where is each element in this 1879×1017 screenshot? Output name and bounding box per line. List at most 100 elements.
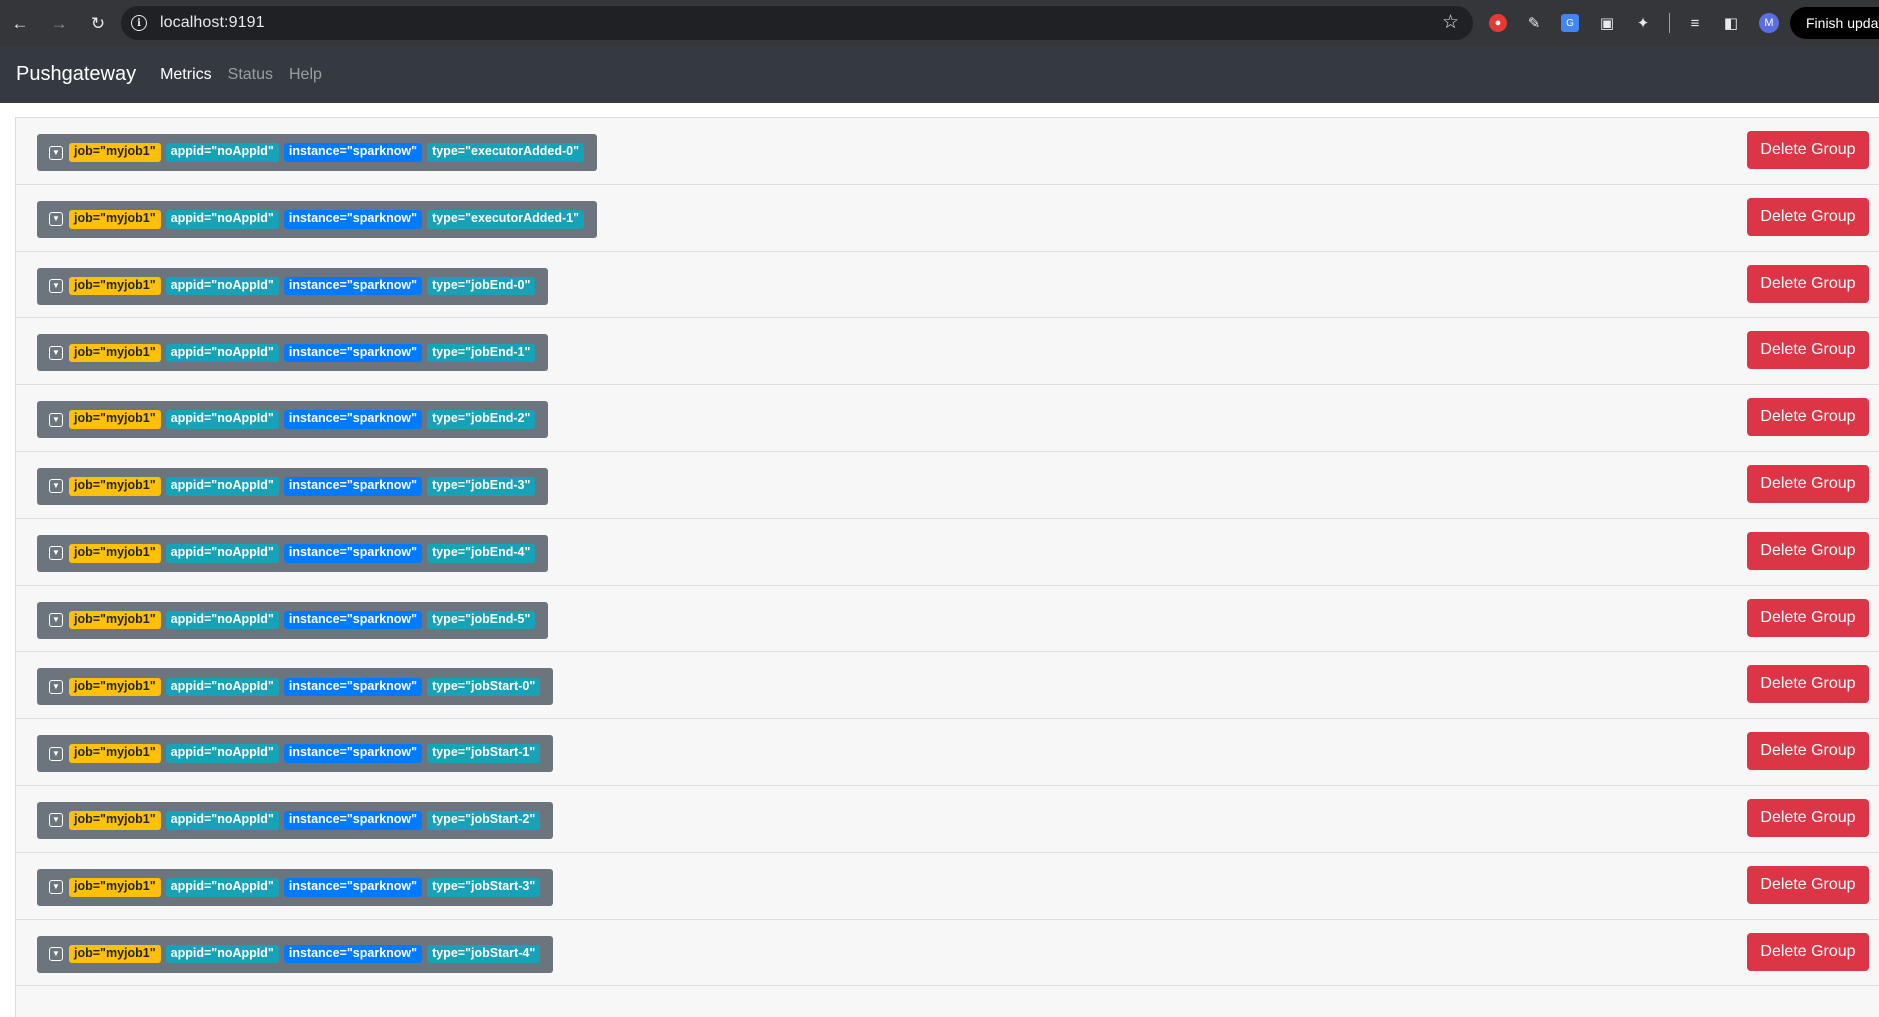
label-job: job="myjob1" — [69, 677, 161, 697]
label-instance: instance="sparknow" — [283, 143, 423, 162]
group-labels-toggle[interactable]: ▼ job="myjob1" appid="noAppId" instance="sp… — [37, 935, 554, 973]
extensions-puzzle-icon[interactable]: ✦ — [1633, 13, 1653, 33]
group-labels-toggle[interactable]: ▼ job="myjob1" appid="noAppId" instance="sp… — [37, 868, 554, 906]
group-labels-toggle[interactable]: ▼ job="myjob1" appid="noAppId" instance="sp… — [37, 668, 554, 706]
label-job: job="myjob1" — [69, 477, 161, 496]
nav-help[interactable]: Help — [289, 66, 322, 84]
nav-metrics[interactable]: Metrics — [160, 66, 212, 84]
chevron-down-icon: ▼ — [49, 880, 63, 895]
label-appid: appid="noAppId" — [165, 276, 279, 296]
url-text: localhost:9191 — [160, 14, 265, 31]
group-row: ▼ job="myjob1" appid="noAppId" instance="sp… — [16, 853, 1879, 920]
eyedropper-icon[interactable]: ✎ — [1524, 13, 1544, 33]
site-info-icon[interactable]: i — [131, 15, 147, 31]
label-type: type="jobStart-3" — [427, 877, 541, 897]
delete-group-button[interactable]: Delete Group — [1747, 865, 1869, 904]
label-type: type="jobStart-2" — [427, 811, 541, 830]
delete-group-button[interactable]: Delete Group — [1747, 398, 1869, 437]
reading-list-icon[interactable]: ≡ — [1685, 13, 1705, 33]
delete-group-button[interactable]: Delete Group — [1747, 464, 1869, 503]
label-type: type="executorAdded-0" — [427, 143, 585, 162]
browser-toolbar: ← → ↻ i localhost:9191 ☆ ● ✎ G ▣ ✦ ≡ ◧ M… — [0, 0, 1879, 46]
forward-arrow-icon[interactable]: → — [48, 12, 70, 34]
label-appid: appid="noAppId" — [165, 744, 279, 764]
group-labels-toggle[interactable]: ▼ job="myjob1" appid="noAppId" instance="sp… — [37, 801, 554, 839]
label-job: job="myjob1" — [69, 209, 161, 229]
label-type: type="jobEnd-1" — [427, 343, 536, 363]
group-labels-toggle[interactable]: ▼ job="myjob1" appid="noAppId" instance="sp… — [37, 601, 549, 639]
label-job: job="myjob1" — [69, 410, 161, 430]
label-job: job="myjob1" — [69, 143, 161, 162]
brand-logo[interactable]: Pushgateway — [16, 63, 136, 86]
label-appid: appid="noAppId" — [165, 410, 279, 430]
back-arrow-icon[interactable]: ← — [9, 12, 31, 34]
group-labels-toggle[interactable]: ▼ job="myjob1" appid="noAppId" instance="sp… — [37, 134, 598, 171]
label-type: type="jobEnd-4" — [427, 543, 536, 563]
delete-group-button[interactable]: Delete Group — [1747, 732, 1869, 771]
label-type: type="jobEnd-3" — [427, 477, 536, 496]
label-instance: instance="sparknow" — [283, 209, 423, 229]
group-labels-toggle[interactable]: ▼ job="myjob1" appid="noAppId" instance="sp… — [37, 735, 554, 773]
delete-group-button[interactable]: Delete Group — [1747, 131, 1869, 169]
label-job: job="myjob1" — [69, 811, 161, 830]
group-row: ▼ job="myjob1" appid="noAppId" instance="sp… — [16, 652, 1879, 720]
label-job: job="myjob1" — [69, 276, 161, 296]
label-appid: appid="noAppId" — [165, 209, 279, 229]
label-appid: appid="noAppId" — [165, 477, 279, 496]
chevron-down-icon: ▼ — [49, 813, 63, 828]
label-job: job="myjob1" — [69, 543, 161, 563]
group-labels-toggle[interactable]: ▼ job="myjob1" appid="noAppId" instance="sp… — [37, 267, 549, 305]
nav-status[interactable]: Status — [228, 66, 273, 84]
group-row: ▼ job="myjob1" appid="noAppId" instance="sp… — [16, 719, 1879, 786]
delete-group-button[interactable]: Delete Group — [1747, 197, 1869, 236]
label-instance: instance="sparknow" — [283, 744, 423, 764]
label-appid: appid="noAppId" — [165, 877, 279, 897]
label-instance: instance="sparknow" — [283, 610, 423, 630]
chevron-down-icon: ▼ — [49, 546, 63, 561]
label-type: type="jobEnd-2" — [427, 410, 536, 430]
address-bar[interactable]: i localhost:9191 ☆ — [121, 6, 1473, 40]
label-instance: instance="sparknow" — [283, 276, 423, 296]
delete-group-button[interactable]: Delete Group — [1747, 264, 1869, 303]
label-instance: instance="sparknow" — [283, 477, 423, 496]
extension-red-icon[interactable]: ● — [1489, 14, 1507, 32]
label-appid: appid="noAppId" — [165, 610, 279, 630]
group-row: ▼ job="myjob1" appid="noAppId" instance="sp… — [16, 452, 1879, 519]
delete-group-button[interactable]: Delete Group — [1747, 331, 1869, 370]
label-instance: instance="sparknow" — [283, 677, 423, 697]
toolbar-divider — [1669, 13, 1670, 33]
label-instance: instance="sparknow" — [283, 811, 423, 830]
finish-update-button[interactable]: Finish update — [1790, 7, 1879, 39]
translate-extension-icon[interactable]: G — [1561, 14, 1579, 32]
delete-group-button[interactable]: Delete Group — [1747, 932, 1869, 971]
label-type: type="executorAdded-1" — [427, 209, 585, 229]
label-type: type="jobStart-0" — [427, 677, 541, 697]
reload-icon[interactable]: ↻ — [87, 12, 109, 34]
group-row: ▼ job="myjob1" appid="noAppId" instance="sp… — [16, 786, 1879, 853]
label-instance: instance="sparknow" — [283, 877, 423, 897]
picture-in-picture-icon[interactable]: ▣ — [1597, 13, 1617, 33]
chevron-down-icon: ▼ — [49, 746, 63, 761]
label-appid: appid="noAppId" — [165, 143, 279, 162]
group-row: ▼ job="myjob1" appid="noAppId" instance="sp… — [16, 385, 1879, 452]
delete-group-button[interactable]: Delete Group — [1747, 531, 1869, 570]
group-row: ▼ job="myjob1" appid="noAppId" instance="sp… — [16, 252, 1879, 319]
delete-group-button[interactable]: Delete Group — [1747, 598, 1869, 637]
group-labels-toggle[interactable]: ▼ job="myjob1" appid="noAppId" instance="sp… — [37, 534, 549, 572]
label-job: job="myjob1" — [69, 610, 161, 630]
group-row: ▼ job="myjob1" appid="noAppId" instance="sp… — [16, 318, 1879, 386]
label-type: type="jobEnd-0" — [427, 276, 536, 296]
profile-avatar[interactable]: M — [1759, 13, 1779, 33]
group-labels-toggle[interactable]: ▼ job="myjob1" appid="noAppId" instance="sp… — [37, 334, 549, 372]
label-job: job="myjob1" — [69, 944, 161, 964]
chevron-down-icon: ▼ — [49, 345, 63, 360]
group-labels-toggle[interactable]: ▼ job="myjob1" appid="noAppId" instance="sp… — [37, 467, 549, 505]
chevron-down-icon: ▼ — [49, 212, 63, 227]
bookmark-star-icon[interactable]: ☆ — [1442, 11, 1459, 34]
group-labels-toggle[interactable]: ▼ job="myjob1" appid="noAppId" instance="sp… — [37, 401, 549, 439]
group-labels-toggle[interactable]: ▼ job="myjob1" appid="noAppId" instance="sp… — [37, 200, 598, 238]
delete-group-button[interactable]: Delete Group — [1747, 665, 1869, 704]
side-panel-icon[interactable]: ◧ — [1721, 13, 1741, 33]
delete-group-button[interactable]: Delete Group — [1747, 798, 1869, 837]
label-type: type="jobStart-1" — [427, 744, 541, 764]
